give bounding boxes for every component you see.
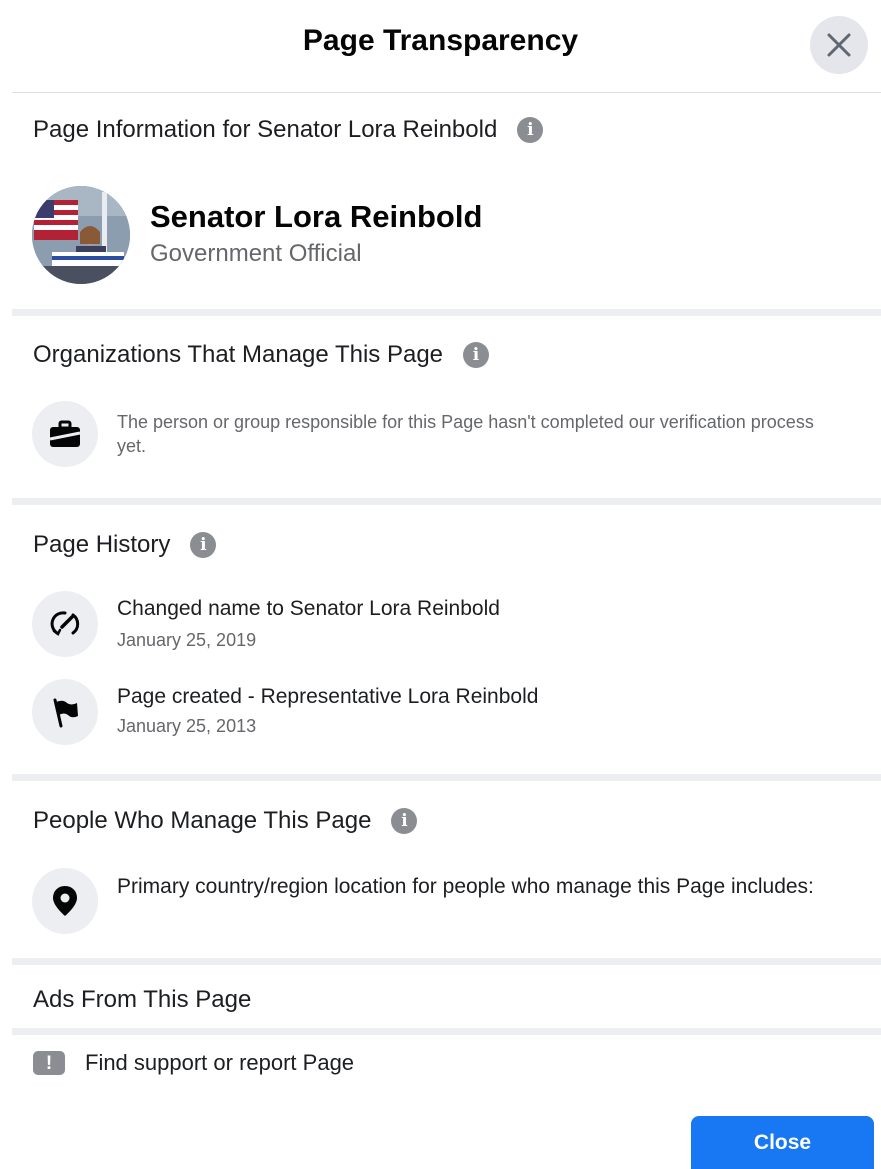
organizations-heading: Organizations That Manage This Page i: [33, 341, 490, 369]
page-category: Government Official: [150, 240, 362, 267]
info-icon[interactable]: i: [463, 342, 490, 368]
location-pin-icon: [53, 886, 77, 916]
flag-icon: [53, 698, 78, 728]
page-name[interactable]: Senator Lora Reinbold: [150, 199, 482, 235]
section-divider: [12, 498, 881, 505]
organizations-heading-text: Organizations That Manage This Page: [33, 341, 444, 368]
history-item-date: January 25, 2013: [117, 716, 257, 736]
managers-heading-text: People Who Manage This Page: [33, 807, 372, 834]
location-pin-icon-circle: [32, 868, 98, 934]
close-icon: [827, 33, 851, 57]
info-icon[interactable]: i: [517, 117, 544, 143]
page-history-heading-text: Page History: [33, 531, 171, 558]
close-button[interactable]: Close: [691, 1116, 874, 1169]
history-item-title: Page created - Representative Lora Reinb…: [117, 685, 539, 708]
report-page-link[interactable]: ! Find support or report Page: [33, 1050, 354, 1076]
page-info-heading: Page Information for Senator Lora Reinbo…: [33, 116, 544, 144]
report-icon: !: [33, 1051, 65, 1075]
section-divider: [12, 309, 881, 316]
info-icon[interactable]: i: [190, 532, 217, 558]
verification-text: The person or group responsible for this…: [117, 412, 814, 456]
avatar[interactable]: [32, 186, 130, 284]
history-item-title: Changed name to Senator Lora Reinbold: [117, 597, 500, 620]
managers-heading: People Who Manage This Page i: [33, 807, 418, 835]
section-divider: [12, 774, 881, 781]
flag-icon-circle: [32, 679, 98, 745]
page-history-heading: Page History i: [33, 531, 217, 559]
dialog-title: Page Transparency: [302, 24, 579, 57]
close-dialog-button[interactable]: [810, 16, 868, 74]
dialog-header: Page Transparency: [0, 0, 881, 92]
ads-heading[interactable]: Ads From This Page: [33, 986, 251, 1014]
name-change-icon-circle: [32, 591, 98, 657]
name-change-icon: [50, 611, 80, 636]
info-icon[interactable]: i: [391, 808, 418, 834]
page-transparency-dialog: Page Transparency Page Information for S…: [0, 0, 881, 1169]
ads-heading-text: Ads From This Page: [33, 986, 252, 1013]
briefcase-icon: [49, 420, 81, 447]
report-label: Find support or report Page: [85, 1050, 355, 1075]
divider: [12, 92, 881, 93]
page-info-heading-text: Page Information for Senator Lora Reinbo…: [33, 116, 498, 143]
briefcase-icon-circle: [32, 401, 98, 467]
history-item-date: January 25, 2019: [117, 630, 257, 650]
section-divider: [12, 1028, 881, 1035]
location-text: Primary country/region location for peop…: [117, 875, 814, 898]
section-divider: [12, 958, 881, 965]
